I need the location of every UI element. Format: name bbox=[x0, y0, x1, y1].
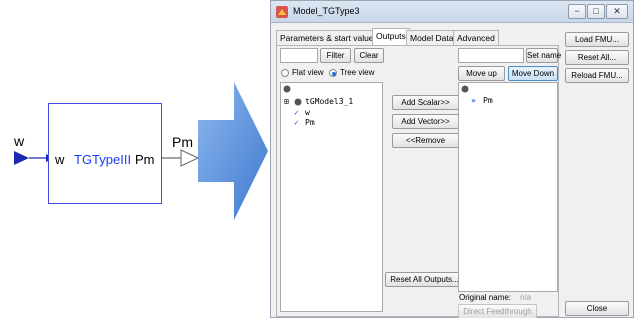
minimize-icon: − bbox=[574, 6, 580, 16]
close-window-button[interactable]: ✕ bbox=[606, 4, 628, 19]
tab-outputs[interactable]: Outputs bbox=[372, 28, 410, 46]
tab-parameters[interactable]: Parameters & start values bbox=[276, 30, 382, 45]
block-title: TGTypeIII bbox=[74, 152, 132, 167]
tree-item-pm[interactable]: Pm bbox=[305, 118, 315, 127]
check-icon: ✓ bbox=[294, 118, 299, 127]
filter-input[interactable] bbox=[280, 48, 318, 63]
model-diagram: w w TGTypeIII Pm Pm bbox=[0, 0, 270, 318]
tab-model-data[interactable]: Model Data bbox=[406, 30, 458, 45]
load-fmu-button[interactable]: Load FMU... bbox=[565, 32, 629, 47]
tree-model-name: tGModel3_1 bbox=[305, 97, 354, 106]
add-scalar-button[interactable]: Add Scalar>> bbox=[392, 95, 459, 110]
titlebar: Model_TGType3 − □ ✕ bbox=[271, 1, 633, 23]
block-input-label: w bbox=[55, 152, 65, 167]
reset-all-button[interactable]: Reset All... bbox=[565, 50, 629, 65]
fmu-dialog: Model_TGType3 − □ ✕ Parameters & start v… bbox=[270, 0, 634, 318]
output-name-input[interactable] bbox=[458, 48, 524, 63]
output-connector bbox=[161, 149, 200, 167]
maximize-icon: □ bbox=[593, 6, 599, 16]
remove-button[interactable]: <<Remove bbox=[392, 133, 459, 148]
tree-item-w[interactable]: w bbox=[305, 108, 310, 117]
tree-view-radio[interactable] bbox=[329, 69, 337, 77]
root-cube-icon bbox=[283, 85, 291, 93]
flat-view-radio[interactable] bbox=[281, 69, 289, 77]
original-name-label: Original name: bbox=[459, 293, 512, 302]
tree-view-label: Tree view bbox=[340, 68, 375, 77]
maximize-button[interactable]: □ bbox=[587, 4, 605, 19]
tgtype3-block[interactable]: w TGTypeIII Pm bbox=[48, 103, 162, 204]
check-icon: ✓ bbox=[294, 108, 299, 117]
flat-view-label: Flat view bbox=[292, 68, 324, 77]
app-icon bbox=[276, 6, 288, 18]
arrow-graphic bbox=[198, 82, 268, 220]
screen-root: w w TGTypeIII Pm Pm Model_TGType3 − □ ✕ … bbox=[0, 0, 634, 318]
scalar-output-icon: » bbox=[471, 96, 476, 105]
expand-toggle[interactable]: ⊞ bbox=[284, 97, 289, 106]
list-item-pm[interactable]: Pm bbox=[483, 96, 493, 105]
outputs-panel: Filter Clear Flat view Tree view ⊞ tGMod… bbox=[276, 45, 561, 318]
input-port-label: w bbox=[14, 133, 25, 149]
model-cube-icon bbox=[294, 98, 302, 106]
original-name-value: n/a bbox=[520, 293, 532, 302]
close-icon: ✕ bbox=[613, 6, 621, 16]
direct-feedthrough-button: Direct Feedthrough bbox=[458, 304, 537, 318]
set-name-button[interactable]: Set name bbox=[526, 48, 561, 63]
window-title: Model_TGType3 bbox=[293, 6, 360, 16]
close-button[interactable]: Close bbox=[565, 301, 629, 316]
move-down-button[interactable]: Move Down bbox=[508, 66, 558, 81]
add-vector-button[interactable]: Add Vector>> bbox=[392, 114, 459, 129]
tab-advanced[interactable]: Advanced bbox=[453, 30, 499, 45]
block-output-label: Pm bbox=[135, 152, 155, 167]
reset-all-outputs-button[interactable]: Reset All Outputs... bbox=[385, 272, 464, 287]
filter-button[interactable]: Filter bbox=[320, 48, 351, 63]
reload-fmu-button[interactable]: Reload FMU... bbox=[565, 68, 629, 83]
minimize-button[interactable]: − bbox=[568, 4, 586, 19]
list-cube-icon bbox=[461, 85, 469, 93]
selected-outputs-list[interactable]: » Pm bbox=[458, 82, 558, 292]
available-outputs-tree[interactable]: ⊞ tGModel3_1 ✓ w ✓ Pm bbox=[280, 82, 383, 312]
clear-button[interactable]: Clear bbox=[354, 48, 384, 63]
move-up-button[interactable]: Move up bbox=[458, 66, 505, 81]
